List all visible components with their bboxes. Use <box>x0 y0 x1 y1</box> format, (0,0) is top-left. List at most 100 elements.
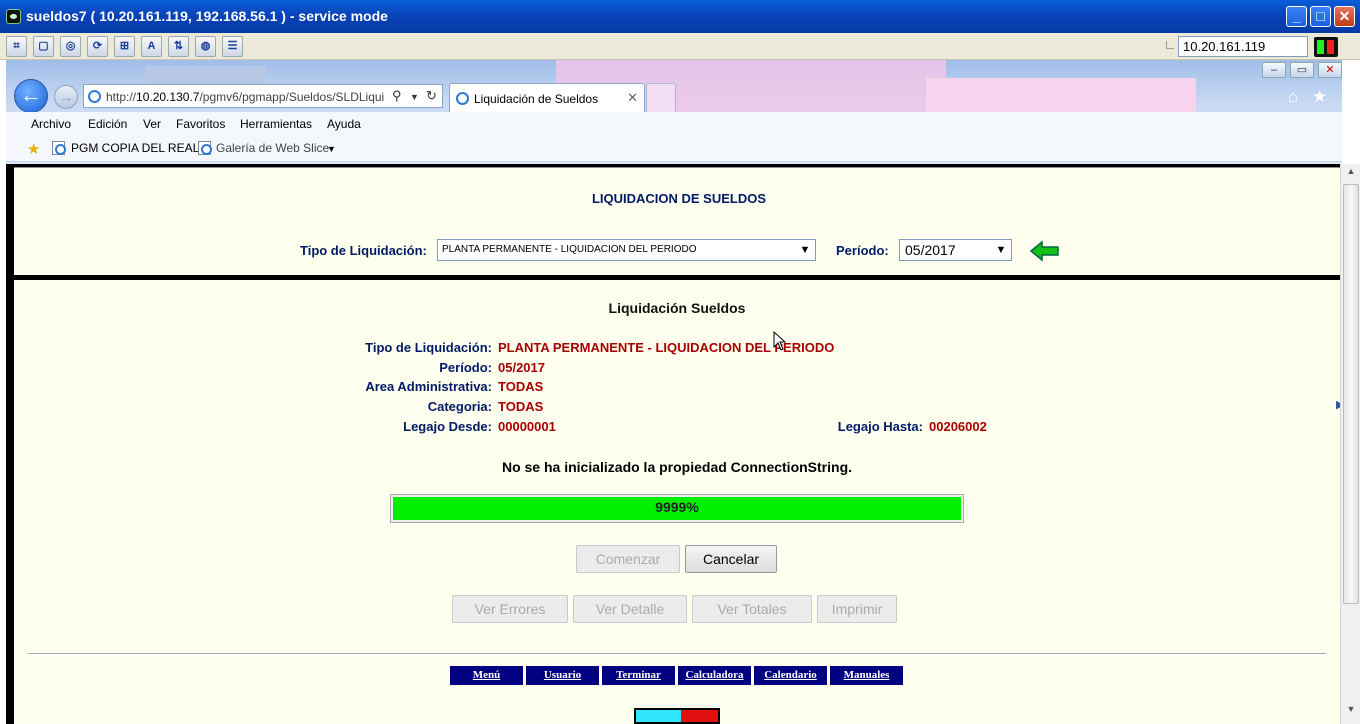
ver-detalle-button[interactable]: Ver Detalle <box>573 595 687 623</box>
divider <box>28 653 1326 655</box>
url-text: http://10.20.130.7/pgmv6/pgmapp/Sueldos/… <box>106 90 385 104</box>
chevron-down-icon: ▼ <box>995 244 1007 256</box>
periodo-value: 05/2017 <box>498 360 545 375</box>
imprimir-button[interactable]: Imprimir <box>817 595 897 623</box>
link-manuales[interactable]: Manuales <box>830 666 903 685</box>
area-administrativa-value: TODAS <box>498 379 544 394</box>
ver-errores-button[interactable]: Ver Errores <box>452 595 568 623</box>
refresh-page-icon[interactable]: ↻ <box>426 88 437 104</box>
fullscreen-icon[interactable]: ▢ <box>33 36 54 57</box>
scroll-thumb[interactable] <box>1343 184 1359 604</box>
menu-edicion[interactable]: Edición <box>88 117 127 131</box>
progress-bar: 9999% <box>390 494 964 523</box>
chevron-down-icon[interactable]: ▼ <box>327 144 336 154</box>
categoria-value: TODAS <box>498 399 544 414</box>
link-terminar[interactable]: Terminar <box>602 666 675 685</box>
tipo-liquidacion-label: Tipo de Liquidación: <box>365 340 492 355</box>
abc-icon[interactable]: A <box>141 36 162 57</box>
menu-herramientas[interactable]: Herramientas <box>240 117 312 131</box>
web-slice-icon <box>198 141 212 155</box>
link-calendario[interactable]: Calendario <box>754 666 827 685</box>
toolbar-grip <box>1166 41 1174 49</box>
link-menu[interactable]: Menú <box>450 666 523 685</box>
tab-title: Liquidación de Sueldos <box>474 92 599 106</box>
status-indicator-icon <box>1314 37 1338 57</box>
scroll-up-icon[interactable]: ▲ <box>1343 166 1359 180</box>
browser-close-button[interactable]: ✕ <box>1318 62 1342 78</box>
address-bar[interactable]: http://10.20.130.7/pgmv6/pgmapp/Sueldos/… <box>83 84 443 108</box>
home-icon[interactable]: ⌂ <box>1288 87 1298 107</box>
periodo-select[interactable]: 05/2017 ▼ <box>899 239 1012 261</box>
browser-chrome: – ▭ ✕ ← → http://10.20.130.7/pgmv6/pgmap… <box>6 60 1342 164</box>
menu-favoritos[interactable]: Favoritos <box>176 117 225 131</box>
menu-ayuda[interactable]: Ayuda <box>327 117 361 131</box>
tipo-liquidacion-value: PLANTA PERMANENTE - LIQUIDACION DEL PERI… <box>442 244 697 255</box>
new-tab-button[interactable] <box>646 83 676 112</box>
reconnect-icon[interactable]: ⟳ <box>87 36 108 57</box>
settings-icon[interactable]: ☰ <box>222 36 243 57</box>
connection-options-icon[interactable]: ⌗ <box>6 36 27 57</box>
link-usuario[interactable]: Usuario <box>526 666 599 685</box>
ip-address-field[interactable]: 10.20.161.119 <box>1178 36 1308 57</box>
close-button[interactable]: ✕ <box>1334 6 1355 27</box>
page-content: LIQUIDACION DE SUELDOS Tipo de Liquidaci… <box>6 164 1344 724</box>
mouse-cursor-icon <box>773 331 787 351</box>
periodo-label: Período: <box>836 243 889 258</box>
vertical-scrollbar[interactable]: ▲ ▼ <box>1340 164 1360 724</box>
cancelar-button[interactable]: Cancelar <box>685 545 777 573</box>
tipo-liquidacion-select[interactable]: PLANTA PERMANENTE - LIQUIDACION DEL PERI… <box>437 239 816 261</box>
tab-liquidacion[interactable]: Liquidación de Sueldos ✕ <box>449 83 645 112</box>
page-icon <box>52 141 66 155</box>
file-transfer-icon[interactable]: ⇅ <box>168 36 189 57</box>
minimize-button[interactable]: _ <box>1286 6 1307 27</box>
categoria-label: Categoria: <box>427 399 492 414</box>
back-arrow-icon[interactable] <box>1029 240 1060 262</box>
menu-bar: Archivo Edición Ver Favoritos Herramient… <box>6 112 1342 136</box>
section-heading: Liquidación Sueldos <box>608 300 746 316</box>
chat-icon[interactable]: ◍ <box>195 36 216 57</box>
forward-button[interactable]: → <box>54 85 78 109</box>
legajo-desde-value: 00000001 <box>498 419 556 434</box>
favorites-add-icon[interactable]: ★ <box>27 140 40 158</box>
scroll-down-icon[interactable]: ▼ <box>1343 704 1359 718</box>
legajo-desde-label: Legajo Desde: <box>403 419 492 434</box>
footer-image <box>634 708 720 724</box>
favorite-pgm-copia[interactable]: PGM COPIA DEL REAL <box>71 141 199 155</box>
window-title: sueldos7 ( 10.20.161.119, 192.168.56.1 )… <box>26 8 388 24</box>
close-tab-icon[interactable]: ✕ <box>627 90 638 106</box>
ie-page-icon <box>88 90 101 103</box>
favorites-star-icon[interactable]: ★ <box>1312 87 1327 107</box>
legajo-hasta-label: Legajo Hasta: <box>837 419 923 434</box>
vnc-titlebar[interactable]: sueldos7 ( 10.20.161.119, 192.168.56.1 )… <box>0 0 1360 33</box>
vnc-app-icon <box>6 9 21 24</box>
legajo-hasta-value: 00206002 <box>929 419 987 434</box>
menu-ver[interactable]: Ver <box>143 117 161 131</box>
dropdown-icon[interactable]: ▼ <box>410 92 419 102</box>
ie-page-icon <box>456 92 469 105</box>
refresh-icon[interactable]: ◎ <box>60 36 81 57</box>
link-calculadora[interactable]: Calculadora <box>678 666 751 685</box>
browser-minimize-button[interactable]: – <box>1262 62 1286 78</box>
vnc-toolbar: ⌗ ▢ ◎ ⟳ ⊞ A ⇅ ◍ ☰ 10.20.161.119 <box>0 33 1360 60</box>
menu-archivo[interactable]: Archivo <box>31 117 71 131</box>
favorite-web-slice[interactable]: Galería de Web Slice <box>216 141 329 155</box>
comenzar-button[interactable]: Comenzar <box>576 545 680 573</box>
back-button[interactable]: ← <box>14 79 48 113</box>
page-title: LIQUIDACION DE SUELDOS <box>591 191 767 206</box>
chevron-down-icon: ▼ <box>799 244 811 256</box>
periodo-value: 05/2017 <box>905 242 956 258</box>
area-administrativa-label: Area Administrativa: <box>365 379 492 394</box>
maximize-button[interactable]: □ <box>1310 6 1331 27</box>
search-icon[interactable]: ⚲ <box>392 88 402 104</box>
send-keys-icon[interactable]: ⊞ <box>114 36 135 57</box>
periodo-label: Período: <box>439 360 492 375</box>
browser-maximize-button[interactable]: ▭ <box>1290 62 1314 78</box>
header-frame: LIQUIDACION DE SUELDOS Tipo de Liquidaci… <box>14 167 1340 275</box>
favorites-bar: ★ PGM COPIA DEL REAL Galería de Web Slic… <box>6 136 1342 162</box>
content-frame: Liquidación Sueldos ▶ Tipo de Liquidació… <box>14 280 1344 724</box>
error-message: No se ha inicializado la propiedad Conne… <box>501 459 853 475</box>
progress-text: 9999% <box>655 499 699 515</box>
ver-totales-button[interactable]: Ver Totales <box>692 595 812 623</box>
tipo-liquidacion-label: Tipo de Liquidación: <box>300 243 427 258</box>
desktop-background <box>926 78 1196 112</box>
